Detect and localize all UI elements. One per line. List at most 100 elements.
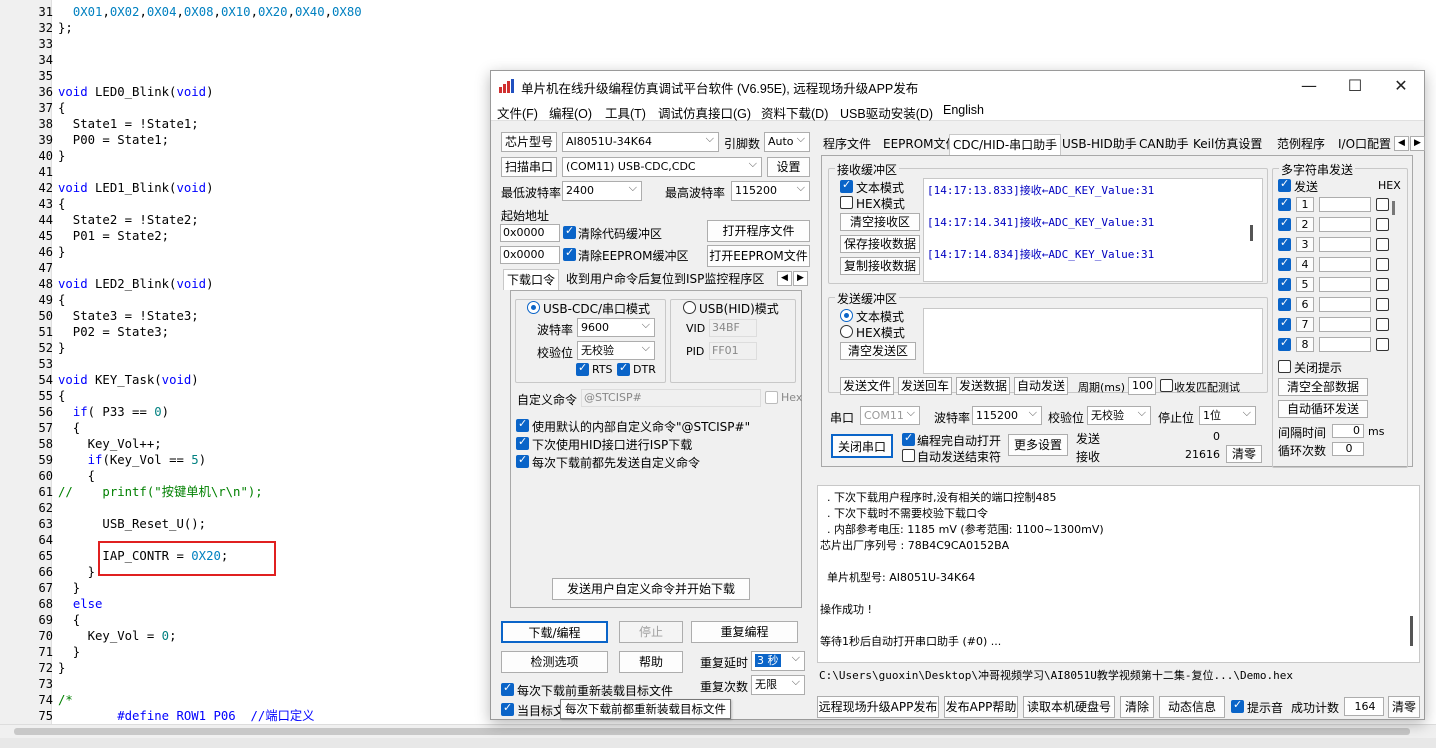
tab-reset-to-isp[interactable]: 收到用户命令后复位到ISP监控程序区 bbox=[563, 269, 767, 290]
auto-open-checkbox[interactable] bbox=[902, 431, 915, 446]
baud-select[interactable]: 9600 bbox=[577, 318, 655, 337]
chip-type-button[interactable]: 芯片型号 bbox=[501, 132, 557, 152]
hex-checkbox[interactable] bbox=[765, 391, 778, 404]
right-tab-right-icon[interactable]: ▶ bbox=[1410, 136, 1425, 151]
rts-checkbox[interactable] bbox=[576, 361, 589, 376]
more-settings-button[interactable]: 更多设置 bbox=[1008, 434, 1068, 456]
reload-checkbox[interactable] bbox=[501, 681, 514, 696]
help-button[interactable]: 帮助 bbox=[619, 651, 683, 673]
code-address-input[interactable]: 0x0000 bbox=[500, 224, 560, 242]
parity-select[interactable]: 无校验 bbox=[577, 341, 655, 360]
clear-code-checkbox[interactable] bbox=[563, 224, 576, 239]
serial-port-select[interactable]: COM11 bbox=[860, 406, 920, 425]
rx-hex-mode-checkbox[interactable] bbox=[840, 196, 853, 209]
hid-next-checkbox[interactable] bbox=[516, 435, 529, 450]
stop-bits-select[interactable]: 1位 bbox=[1199, 406, 1256, 425]
pins-select[interactable]: Auto bbox=[764, 132, 810, 152]
download-program-button[interactable]: 下载/编程 bbox=[501, 621, 608, 643]
current-target-checkbox[interactable] bbox=[501, 701, 514, 716]
dynamic-info-button[interactable]: 动态信息 bbox=[1159, 696, 1225, 718]
send-textbox[interactable] bbox=[923, 308, 1263, 374]
multi-row-index-button[interactable]: 7 bbox=[1296, 317, 1314, 332]
multi-row-input[interactable] bbox=[1319, 197, 1371, 212]
rx-scroll-thumb[interactable] bbox=[1250, 225, 1253, 241]
output-scroll-thumb[interactable] bbox=[1410, 616, 1413, 646]
clear-all-button[interactable]: 清空全部数据 bbox=[1278, 378, 1368, 396]
menu-usb-driver[interactable]: USB驱动安装(D) bbox=[840, 103, 933, 122]
title-bar[interactable]: 单片机在线升级编程仿真调试平台软件 (V6.95E), 远程现场升级APP发布 … bbox=[491, 71, 1424, 101]
minimize-button[interactable]: — bbox=[1286, 71, 1332, 101]
loop-count-input[interactable]: 0 bbox=[1332, 442, 1364, 456]
multi-row-input[interactable] bbox=[1319, 317, 1371, 332]
auto-loop-button[interactable]: 自动循环发送 bbox=[1278, 400, 1368, 418]
remote-upgrade-button[interactable]: 远程现场升级APP发布 bbox=[817, 696, 939, 718]
multi-scroll-thumb[interactable] bbox=[1392, 201, 1395, 215]
tx-match-checkbox[interactable] bbox=[1160, 379, 1173, 392]
tab-scroll-left-icon[interactable]: ◀ bbox=[777, 271, 792, 286]
auto-send-button[interactable]: 自动发送 bbox=[1014, 377, 1068, 395]
multi-row-index-button[interactable]: 2 bbox=[1296, 217, 1314, 232]
scan-port-button[interactable]: 扫描串口 bbox=[501, 157, 557, 177]
menu-download[interactable]: 资料下载(D) bbox=[761, 103, 828, 122]
interval-input[interactable]: 0 bbox=[1332, 424, 1364, 438]
scrollbar-thumb[interactable] bbox=[14, 728, 1410, 735]
menu-file[interactable]: 文件(F) bbox=[497, 103, 538, 122]
multi-row-index-button[interactable]: 4 bbox=[1296, 257, 1314, 272]
tab-io-config[interactable]: I/O口配置 bbox=[1335, 134, 1395, 155]
multi-row-input[interactable] bbox=[1319, 337, 1371, 352]
multi-row-send-checkbox[interactable] bbox=[1278, 236, 1291, 251]
rx-text-mode-checkbox[interactable] bbox=[840, 178, 853, 193]
output-log[interactable]: . 下次下载用户程序时,没有相关的端口控制485 . 下次下载时不需要校验下载口… bbox=[817, 485, 1420, 663]
close-port-button[interactable]: 关闭串口 bbox=[831, 434, 893, 458]
tab-can[interactable]: CAN助手 bbox=[1136, 134, 1192, 155]
min-baud-select[interactable]: 2400 bbox=[562, 181, 642, 201]
multi-send-checkbox[interactable] bbox=[1278, 177, 1291, 192]
multi-row-hex-checkbox[interactable] bbox=[1376, 238, 1389, 251]
serial-parity-select[interactable]: 无校验 bbox=[1087, 406, 1151, 425]
send-data-button[interactable]: 发送数据 bbox=[956, 377, 1010, 395]
open-program-button[interactable]: 打开程序文件 bbox=[707, 220, 810, 242]
tab-download-password[interactable]: 下载口令 bbox=[503, 269, 560, 290]
multi-row-hex-checkbox[interactable] bbox=[1376, 338, 1389, 351]
multi-row-index-button[interactable]: 1 bbox=[1296, 197, 1314, 212]
multi-row-input[interactable] bbox=[1319, 257, 1371, 272]
multi-row-send-checkbox[interactable] bbox=[1278, 336, 1291, 351]
auto-send-end-checkbox[interactable] bbox=[902, 449, 915, 462]
custom-command-input[interactable]: @STCISP# bbox=[581, 389, 761, 407]
settings-button[interactable]: 设置 bbox=[767, 157, 810, 177]
max-baud-select[interactable]: 115200 bbox=[731, 181, 810, 201]
multi-row-hex-checkbox[interactable] bbox=[1376, 198, 1389, 211]
port-select[interactable]: (COM11) USB-CDC,CDC bbox=[562, 157, 762, 177]
clear-eeprom-checkbox[interactable] bbox=[563, 246, 576, 261]
clear-counts-button[interactable]: 清零 bbox=[1226, 445, 1262, 463]
period-input[interactable]: 100 bbox=[1128, 377, 1156, 395]
multi-row-send-checkbox[interactable] bbox=[1278, 256, 1291, 271]
clear-success-button[interactable]: 清零 bbox=[1388, 696, 1420, 718]
multi-row-index-button[interactable]: 3 bbox=[1296, 237, 1314, 252]
clear-tx-button[interactable]: 清空发送区 bbox=[840, 342, 916, 360]
multi-row-send-checkbox[interactable] bbox=[1278, 276, 1291, 291]
default-command-checkbox[interactable] bbox=[516, 417, 529, 432]
multi-row-send-checkbox[interactable] bbox=[1278, 316, 1291, 331]
stop-button[interactable]: 停止 bbox=[619, 621, 683, 643]
menu-tools[interactable]: 工具(T) bbox=[605, 103, 646, 122]
menu-debug[interactable]: 调试仿真接口(G) bbox=[658, 103, 751, 122]
prompt-sound-checkbox[interactable] bbox=[1231, 698, 1244, 713]
clear-rx-button[interactable]: 清空接收区 bbox=[840, 213, 920, 231]
multi-row-index-button[interactable]: 6 bbox=[1296, 297, 1314, 312]
detect-options-button[interactable]: 检测选项 bbox=[501, 651, 608, 673]
repeat-delay-select[interactable]: 3 秒 bbox=[751, 651, 805, 671]
tab-examples[interactable]: 范例程序 bbox=[1274, 134, 1328, 155]
send-cr-button[interactable]: 发送回车 bbox=[898, 377, 952, 395]
send-custom-command-button[interactable]: 发送用户自定义命令并开始下载 bbox=[552, 578, 750, 600]
open-eeprom-button[interactable]: 打开EEPROM文件 bbox=[707, 245, 810, 267]
publish-help-button[interactable]: 发布APP帮助 bbox=[944, 696, 1018, 718]
menu-program[interactable]: 编程(O) bbox=[549, 103, 592, 122]
copy-rx-button[interactable]: 复制接收数据 bbox=[840, 257, 920, 275]
multi-row-hex-checkbox[interactable] bbox=[1376, 278, 1389, 291]
multi-row-input[interactable] bbox=[1319, 297, 1371, 312]
tab-serial-assistant[interactable]: CDC/HID-串口助手 bbox=[949, 134, 1062, 155]
serial-baud-select[interactable]: 115200 bbox=[972, 406, 1042, 425]
multi-row-send-checkbox[interactable] bbox=[1278, 296, 1291, 311]
multi-row-input[interactable] bbox=[1319, 237, 1371, 252]
